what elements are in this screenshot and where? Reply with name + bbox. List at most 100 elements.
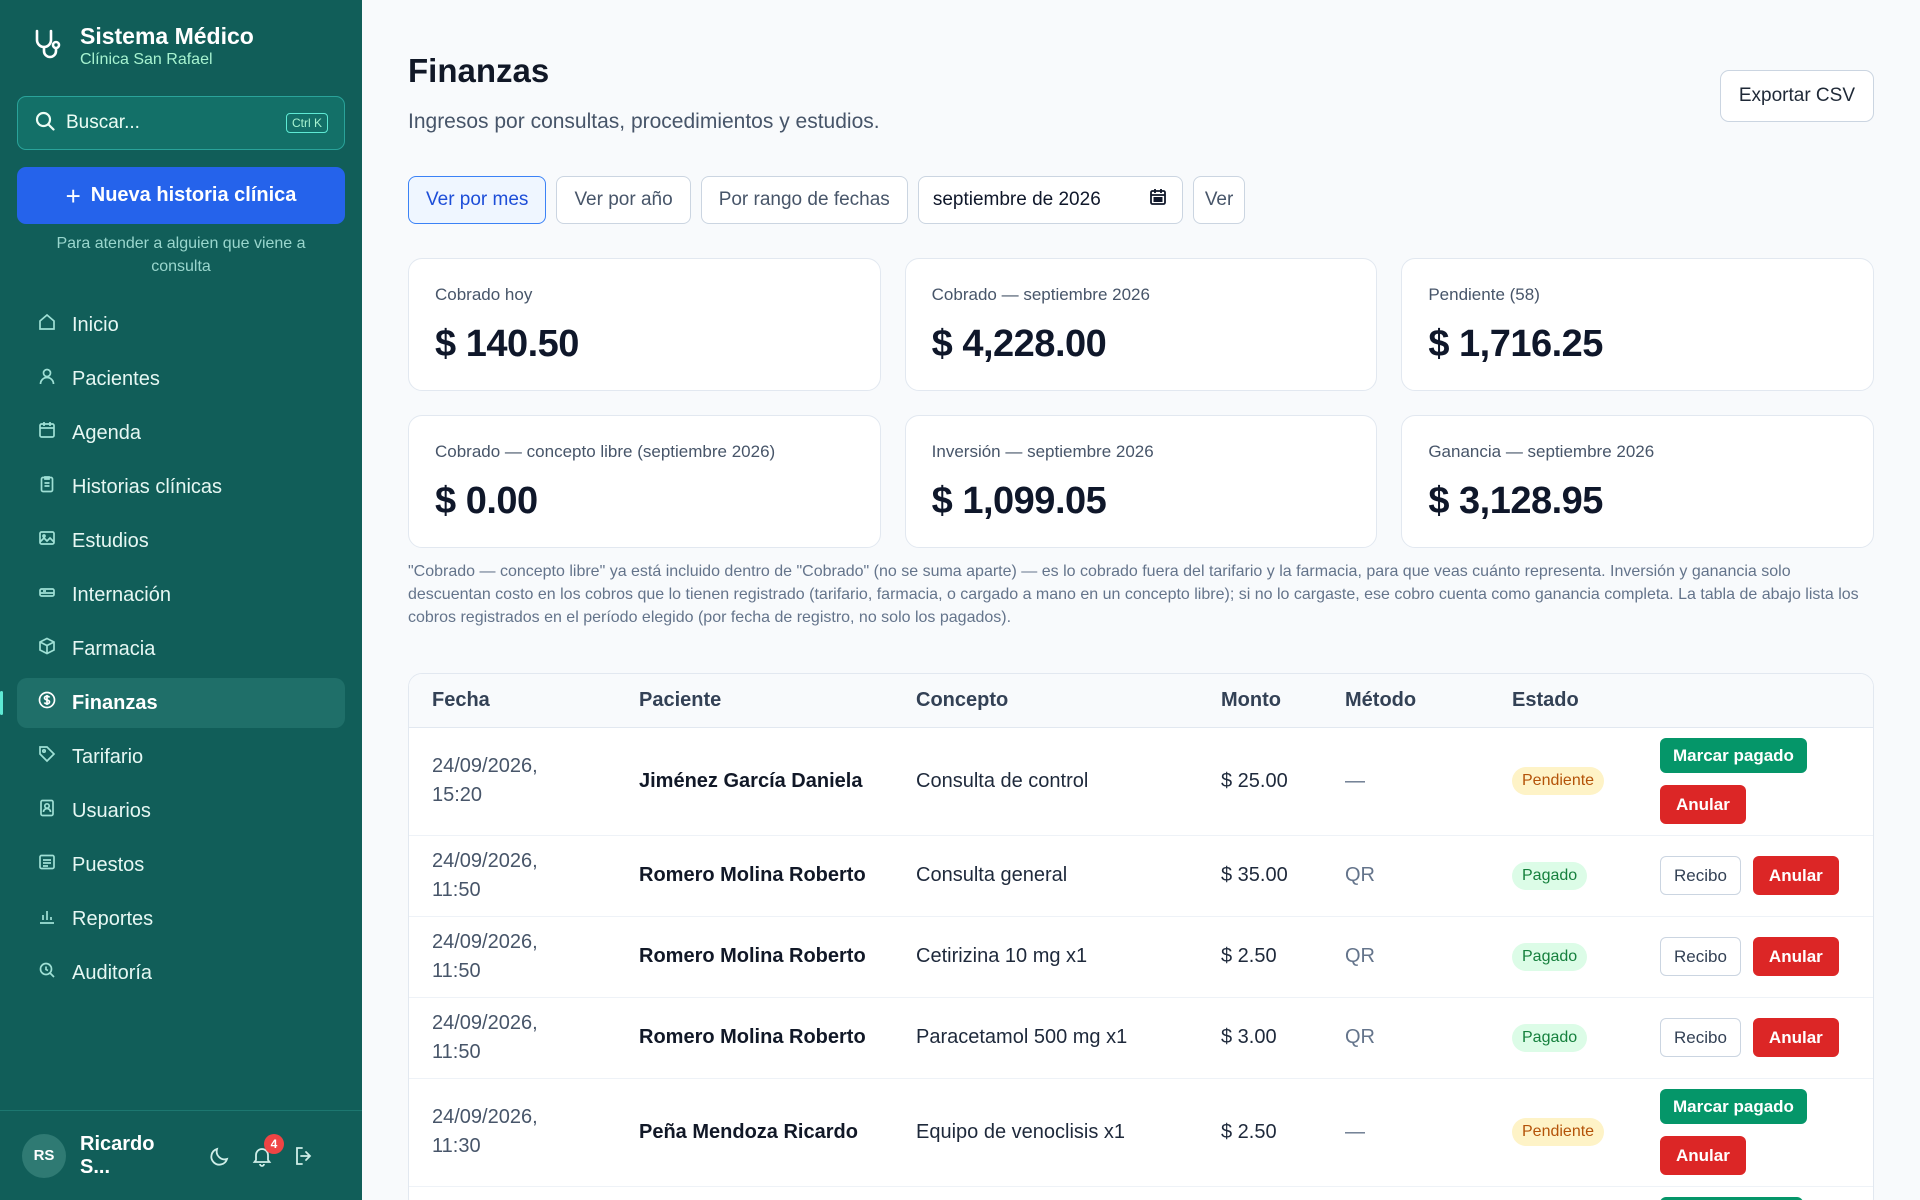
cell-state: Pagado: [1489, 997, 1637, 1079]
cell-concept: Equipo de venoclisis x1: [893, 1078, 1198, 1187]
export-csv-button[interactable]: Exportar CSV: [1719, 70, 1874, 122]
image-icon: [37, 528, 72, 554]
card-label: Pendiente (58): [1428, 285, 1540, 304]
sidebar-item-tarifario[interactable]: Tarifario: [17, 732, 345, 782]
status-badge: Pagado: [1512, 942, 1588, 971]
time-text: 15:20: [432, 784, 483, 806]
cell-patient: Romero Molina Roberto: [616, 997, 893, 1079]
date-range-button[interactable]: Por rango de fechas: [700, 176, 908, 224]
cell-date: 24/09/2026, 15:20: [409, 727, 616, 836]
id-badge-icon: [37, 798, 72, 824]
cell-concept: Consulta general: [893, 835, 1198, 917]
cell-amount: $ 25.00: [1198, 727, 1322, 836]
card-label: Ganancia — septiembre 2026: [1428, 442, 1655, 461]
status-badge: Pagado: [1512, 861, 1588, 890]
cell-actions: Marcar pagado Anular: [1637, 727, 1873, 836]
card-label: Cobrado — concepto libre (septiembre 202…: [435, 442, 776, 461]
logout-icon[interactable]: [292, 1144, 316, 1168]
sidebar-item-label: Estudios: [72, 529, 149, 552]
sidebar-item-finanzas[interactable]: Finanzas: [0, 678, 345, 728]
card-value: $ 1,099.05: [931, 480, 1107, 522]
bell-icon[interactable]: 4: [250, 1133, 284, 1168]
app-title: Sistema Médico: [80, 23, 254, 49]
cancel-button[interactable]: Anular: [1752, 1018, 1839, 1057]
date-text: 24/09/2026,: [432, 755, 538, 777]
main-content: Finanzas Ingresos por consultas, procedi…: [362, 0, 1920, 1200]
column-amount: Monto: [1221, 688, 1281, 711]
view-by-month-button[interactable]: Ver por mes: [408, 176, 547, 224]
sidebar-item-estudios[interactable]: Estudios: [17, 516, 345, 566]
bed-icon: [37, 582, 72, 608]
user-bar: RS Ricardo S... 4: [0, 1110, 362, 1200]
cancel-button[interactable]: Anular: [1660, 785, 1746, 824]
new-medical-record-button[interactable]: + Nueva historia clínica: [17, 167, 345, 224]
cell-date: 24/09/2026, 11:50: [409, 997, 616, 1079]
sidebar-item-pacientes[interactable]: Pacientes: [17, 354, 345, 404]
time-text: 11:30: [432, 1135, 481, 1157]
receipt-button[interactable]: Recibo: [1660, 937, 1741, 976]
calendar-icon: [37, 420, 72, 446]
status-badge: Pagado: [1512, 1023, 1588, 1052]
receipt-button[interactable]: Recibo: [1660, 856, 1741, 895]
mark-paid-button[interactable]: Marcar pagado: [1660, 738, 1807, 773]
sidebar-item-puestos[interactable]: Puestos: [17, 840, 345, 890]
cell-amount: $ 35.00: [1198, 835, 1322, 917]
card-investment: Inversión — septiembre 2026 $ 1,099.05: [904, 415, 1378, 548]
sidebar-item-farmacia[interactable]: Farmacia: [17, 624, 345, 674]
sidebar-item-auditoria[interactable]: Auditoría: [17, 948, 345, 998]
column-method: Método: [1345, 688, 1417, 711]
sidebar-item-label: Farmacia: [72, 637, 156, 660]
cell-state: Pagado: [1489, 916, 1637, 998]
column-concept: Concepto: [916, 688, 1009, 711]
card-value: $ 0.00: [435, 480, 538, 522]
cell-method: QR: [1322, 916, 1489, 998]
status-badge: Pendiente: [1512, 1118, 1605, 1146]
mark-paid-button[interactable]: Marcar pagado: [1660, 1089, 1807, 1124]
page-subtitle: Ingresos por consultas, procedimientos y…: [408, 110, 880, 133]
month-picker[interactable]: septiembre de 2026: [917, 176, 1183, 224]
cancel-button[interactable]: Anular: [1660, 1136, 1746, 1175]
card-value: $ 4,228.00: [931, 323, 1107, 365]
card-value: $ 3,128.95: [1428, 480, 1603, 522]
sidebar-item-label: Usuarios: [72, 799, 151, 822]
card-collected-today: Cobrado hoy $ 140.50: [408, 258, 881, 391]
date-text: 24/09/2026,: [432, 849, 538, 872]
view-button[interactable]: Ver: [1192, 176, 1246, 224]
time-text: 11:50: [432, 1040, 481, 1063]
card-value: $ 1,716.25: [1428, 323, 1603, 365]
cell-method: QR: [1322, 835, 1489, 917]
sidebar-item-usuarios[interactable]: Usuarios: [17, 786, 345, 836]
table-row: 24/09/2026, 11:50 Romero Molina Roberto C…: [409, 835, 1873, 917]
moon-icon[interactable]: [208, 1144, 232, 1168]
cancel-button[interactable]: Anular: [1752, 937, 1839, 976]
sidebar-item-label: Pacientes: [72, 367, 160, 390]
cancel-button[interactable]: Anular: [1752, 856, 1839, 895]
payments-table: Fecha Paciente Concepto Monto Método Est…: [408, 673, 1874, 1200]
sidebar-item-reportes[interactable]: Reportes: [17, 894, 345, 944]
cell-patient: Peña Mendoza Ricardo: [616, 1078, 893, 1187]
sidebar-item-historias-clinicas[interactable]: Historias clínicas: [17, 462, 345, 512]
cell-state: Pendiente: [1489, 727, 1637, 836]
summary-cards: Cobrado hoy $ 140.50 Cobrado — septiembr…: [408, 258, 1874, 548]
receipt-button[interactable]: Recibo: [1660, 1018, 1741, 1057]
bar-chart-icon: [37, 906, 72, 932]
calendar-icon[interactable]: [1148, 187, 1168, 213]
column-state: Estado: [1512, 688, 1579, 711]
cell-method: —: [1322, 1078, 1489, 1187]
sidebar-item-agenda[interactable]: Agenda: [17, 408, 345, 458]
cell-method: QR: [1322, 997, 1489, 1079]
sidebar-item-label: Tarifario: [72, 745, 144, 768]
card-collected-month: Cobrado — septiembre 2026 $ 4,228.00: [904, 258, 1378, 391]
avatar[interactable]: RS: [22, 1133, 66, 1178]
mark-paid-button-partial[interactable]: [1660, 1196, 1803, 1200]
sidebar-item-internacion[interactable]: Internación: [17, 570, 345, 620]
column-date: Fecha: [432, 688, 490, 711]
clipboard-icon: [37, 474, 72, 500]
table-row: 24/09/2026, 11:30 Peña Mendoza Ricardo Eq…: [409, 1078, 1873, 1187]
sidebar-item-inicio[interactable]: Inicio: [17, 300, 345, 350]
view-by-year-button[interactable]: Ver por año: [556, 176, 691, 224]
stethoscope-icon: [30, 26, 66, 67]
card-value: $ 140.50: [435, 323, 579, 365]
table-row: 24/09/2026, 11:50 Romero Molina Roberto P…: [409, 997, 1873, 1079]
search-input[interactable]: Buscar... Ctrl K: [17, 96, 345, 150]
